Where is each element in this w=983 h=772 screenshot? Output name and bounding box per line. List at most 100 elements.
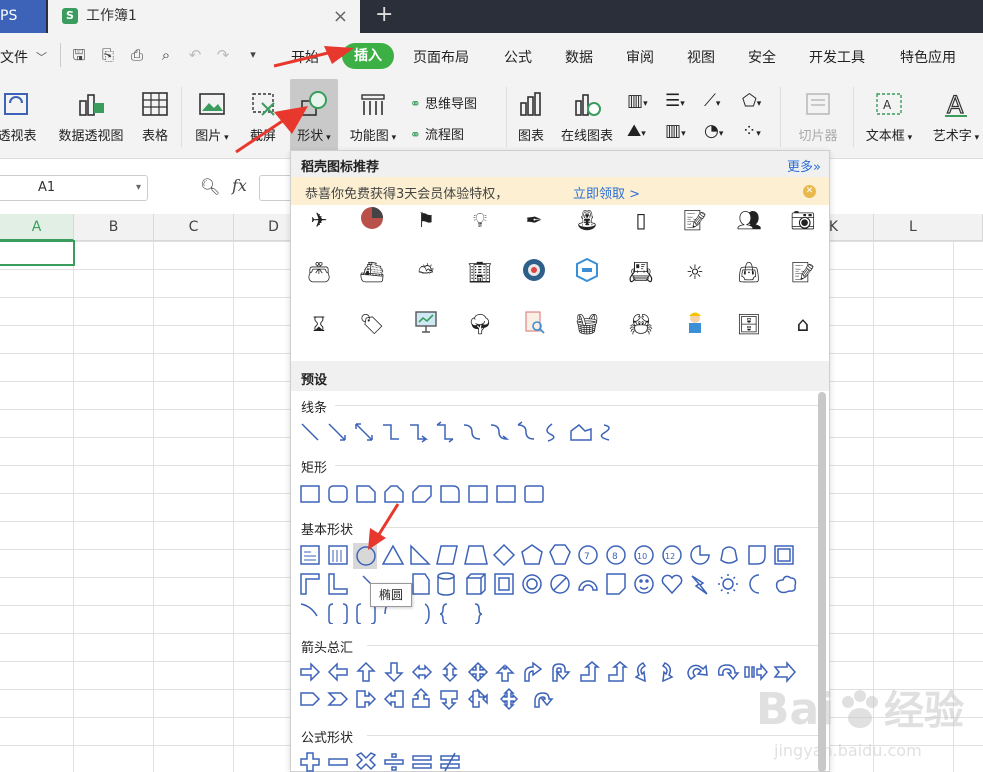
- close-icon[interactable]: ✕: [803, 185, 816, 198]
- shapes-button[interactable]: 形状 ▾: [290, 79, 338, 151]
- column-header-c[interactable]: C: [154, 214, 234, 241]
- more-link[interactable]: 更多»: [787, 156, 821, 175]
- textbox-icon: A: [876, 93, 902, 115]
- boat-icon[interactable]: ⛴︎: [357, 257, 387, 287]
- pie-chart-icon[interactable]: ◔▾: [704, 121, 723, 141]
- picture-button[interactable]: 图片 ▾: [189, 79, 235, 149]
- formula-shapes[interactable]: [299, 751, 479, 772]
- slicer-button[interactable]: 切片器: [790, 79, 846, 149]
- redo-icon[interactable]: ↷: [214, 46, 232, 64]
- sun-icon[interactable]: ☼: [680, 257, 710, 287]
- hourglass-icon[interactable]: ⌛︎: [304, 309, 334, 339]
- house-icon[interactable]: ⌂: [788, 309, 818, 339]
- pen-icon[interactable]: ✒︎: [519, 205, 549, 235]
- screenshot-button[interactable]: 截屏: [240, 79, 286, 149]
- tab-wps[interactable]: PS: [0, 0, 46, 33]
- add-tab-icon[interactable]: +: [375, 0, 393, 30]
- mind-map-button[interactable]: ⚭ 思维导图: [410, 93, 477, 112]
- selected-cell[interactable]: [0, 240, 75, 266]
- close-icon[interactable]: ×: [333, 0, 348, 33]
- export-icon[interactable]: ⎘: [99, 46, 117, 64]
- name-box[interactable]: A1 ▾: [0, 175, 148, 201]
- lightbulb-icon[interactable]: 💡︎: [465, 205, 495, 235]
- undo-icon[interactable]: ↶: [186, 46, 204, 64]
- function-icon[interactable]: fx: [232, 176, 247, 195]
- column-header-b[interactable]: B: [74, 214, 154, 241]
- chart-button[interactable]: 图表: [513, 79, 549, 149]
- sale-icon[interactable]: 🏷︎: [357, 309, 387, 339]
- cabinet-icon[interactable]: 🗄︎: [734, 309, 764, 339]
- svg-text:A: A: [947, 91, 964, 119]
- menu-data[interactable]: 数据: [565, 47, 593, 67]
- menu-insert[interactable]: 插入: [342, 43, 394, 69]
- edit-icon[interactable]: 📝︎: [788, 257, 818, 287]
- menu-developer[interactable]: 开发工具: [809, 47, 865, 67]
- claim-link[interactable]: 立即领取 >: [573, 183, 640, 202]
- pivot-table-label: 透视表: [0, 129, 37, 144]
- flowchart-button[interactable]: ⚭ 流程图: [410, 124, 464, 143]
- print-preview-icon[interactable]: ⌕: [157, 46, 175, 64]
- menu-formulas[interactable]: 公式: [504, 47, 532, 67]
- table-button[interactable]: 表格: [136, 79, 174, 149]
- menu-page-layout[interactable]: 页面布局: [413, 47, 469, 67]
- online-chart-button[interactable]: 在线图表: [555, 79, 619, 149]
- column-header-l[interactable]: L: [874, 214, 983, 241]
- zoom-icon[interactable]: 🔍︎: [200, 177, 220, 196]
- tab-workbook[interactable]: S 工作簿1 ×: [48, 0, 360, 33]
- menu-special[interactable]: 特色应用: [900, 47, 956, 67]
- function-chart-button[interactable]: 功能图 ▾: [344, 79, 402, 149]
- art-text-label: 艺术字: [932, 129, 972, 144]
- pie-chart-icon[interactable]: [357, 205, 387, 235]
- menu-file[interactable]: 文件: [0, 47, 28, 67]
- camera-icon[interactable]: 📷︎: [788, 205, 818, 235]
- flowchart-icon: ⚭: [410, 128, 426, 143]
- contacts-icon[interactable]: 📇︎: [626, 257, 656, 287]
- menu-security[interactable]: 安全: [748, 47, 776, 67]
- textbox-label: 文本框: [865, 129, 905, 144]
- chevron-down-icon[interactable]: ﹀: [36, 49, 47, 65]
- print-icon[interactable]: ⎙: [128, 46, 146, 64]
- worker-icon[interactable]: [680, 309, 710, 339]
- radar-chart-icon[interactable]: ⬠▾: [742, 91, 761, 111]
- art-text-button[interactable]: A 艺术字 ▾: [925, 79, 983, 149]
- pivot-table-button[interactable]: 透视表: [0, 79, 42, 149]
- menu-home[interactable]: 开始: [291, 47, 319, 67]
- bar-chart-horizontal-icon[interactable]: ☰▾: [665, 91, 685, 111]
- crab-icon[interactable]: 🦀︎: [626, 309, 656, 339]
- save-icon[interactable]: 🖫: [70, 46, 88, 64]
- arrow-shapes[interactable]: [299, 661, 799, 715]
- pivot-chart-button[interactable]: 数据透视图: [52, 79, 130, 149]
- presentation-icon[interactable]: [411, 309, 441, 339]
- target-icon[interactable]: [519, 257, 549, 287]
- column-chart-icon[interactable]: ▥▾: [627, 91, 648, 111]
- menu-review[interactable]: 审阅: [626, 47, 654, 67]
- users-icon[interactable]: 👥︎: [734, 205, 764, 235]
- search-doc-icon[interactable]: [519, 309, 549, 339]
- bookmark-icon[interactable]: ▯: [626, 205, 656, 235]
- building-icon[interactable]: 🏢︎: [465, 257, 495, 287]
- textbox-button[interactable]: A 文本框 ▾: [860, 79, 918, 149]
- menu-view[interactable]: 视图: [687, 47, 715, 67]
- hexagon-icon[interactable]: [572, 257, 602, 287]
- satellite-icon[interactable]: ✈︎: [304, 205, 334, 235]
- presets-label: 预设: [301, 373, 328, 388]
- tree-icon[interactable]: 🌳︎: [465, 309, 495, 339]
- weather-icon[interactable]: ⛅︎: [411, 257, 441, 287]
- flag-icon[interactable]: ⚑: [411, 205, 441, 235]
- online-chart-label: 在线图表: [560, 129, 613, 144]
- line-shapes[interactable]: [299, 421, 629, 443]
- bag-icon[interactable]: 👜︎: [734, 257, 764, 287]
- scatter-chart-icon[interactable]: ⁘▾: [742, 121, 761, 141]
- fountain-icon[interactable]: ⛲︎: [572, 205, 602, 235]
- column-header-a[interactable]: A: [0, 214, 74, 241]
- customize-icon[interactable]: ▾: [244, 46, 262, 64]
- area-chart-icon[interactable]: ⛰▾: [627, 121, 646, 141]
- stock-chart-icon[interactable]: ▥▾: [665, 121, 686, 141]
- line-chart-icon[interactable]: ⟋▾: [704, 91, 720, 111]
- basket-icon[interactable]: 🧺︎: [572, 309, 602, 339]
- chevron-down-icon[interactable]: ▾: [136, 176, 141, 200]
- rect-shapes[interactable]: [299, 483, 549, 505]
- wallet-icon[interactable]: 👛︎: [304, 257, 334, 287]
- notes-icon[interactable]: 📝︎: [680, 205, 710, 235]
- ellipse-shape[interactable]: [355, 545, 377, 567]
